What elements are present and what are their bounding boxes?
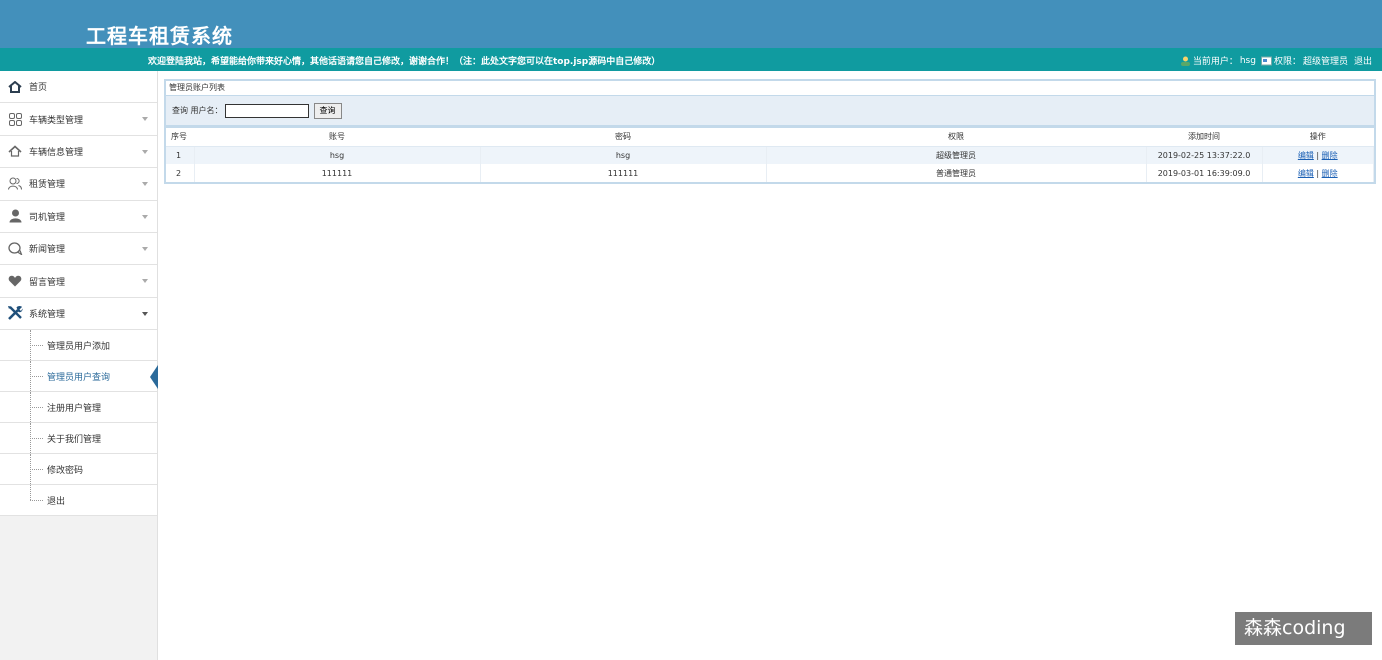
chevron-down-icon [142,311,148,316]
tools-icon [7,305,23,321]
admin-list-panel: 管理员账户列表 查询 用户名： 查询 序号 账号 密码 权限 添加时间 操作 1 [164,79,1376,184]
column-header: 账号 [194,128,480,147]
row-actions: 编辑 | 删除 [1262,146,1374,164]
welcome-bar: 欢迎登陆我站，希望能给你带来好心情，其他话语请您自己修改，谢谢合作！（注：此处文… [0,48,1382,71]
row-password: 111111 [480,164,767,182]
row-password: hsg [480,146,767,164]
user-icon [7,208,23,224]
chevron-down-icon [142,149,148,154]
column-header: 序号 [166,128,194,147]
row-role: 普通管理员 [766,164,1147,182]
users-icon [7,176,23,192]
chevron-down-icon [142,246,148,251]
panel-title: 管理员账户列表 [166,81,1374,96]
sidebar-item-vehicle-type[interactable]: 车辆类型管理 [0,103,157,136]
user-icon [1180,56,1191,66]
row-time: 2019-02-25 13:37:22.0 [1146,146,1263,164]
sidebar-item-rental[interactable]: 租赁管理 [0,168,157,201]
welcome-text: 欢迎登陆我站，希望能给你带来好心情，其他话语请您自己修改，谢谢合作！（注：此处文… [148,57,661,67]
row-account: hsg [194,146,481,164]
action-separator: | [1316,168,1320,178]
chevron-down-icon [142,279,148,284]
row-time: 2019-03-01 16:39:09.0 [1146,164,1263,182]
watermark: 森森coding [1235,612,1372,645]
row-index: 1 [166,146,195,164]
search-bar: 查询 用户名： 查询 [166,96,1374,128]
column-header: 权限 [766,128,1146,147]
logout-link[interactable]: 退出 [1354,54,1372,67]
user-info: 当前用户： hsg 权限： 超级管理员 退出 [1180,54,1372,67]
search-label: 查询 用户名： [172,106,223,115]
app-title: 工程车租赁系统 [86,24,233,48]
row-index: 2 [166,164,195,182]
role-label: 权限： [1273,57,1301,67]
sidebar: 首页 车辆类型管理 车辆信息管理 租赁管理 司机管理 新闻管理 留言管理 系统管… [0,71,158,660]
grid-icon [7,111,23,127]
table-header-row: 序号 账号 密码 权限 添加时间 操作 [166,128,1374,147]
chat-icon [7,241,23,257]
sidebar-item-message[interactable]: 留言管理 [0,265,157,298]
sidebar-item-news[interactable]: 新闻管理 [0,232,157,266]
submenu-change-password[interactable]: 修改密码 [0,454,157,486]
chevron-down-icon [142,214,148,219]
delete-link[interactable]: 删除 [1322,151,1338,160]
admin-table: 序号 账号 密码 权限 添加时间 操作 1 hsg hsg 超级管理员 2019… [166,128,1374,182]
column-header: 添加时间 [1146,128,1262,147]
column-header: 密码 [480,128,766,147]
sidebar-item-driver[interactable]: 司机管理 [0,200,157,233]
top-header: 工程车租赁系统 [0,0,1382,48]
submenu-logout[interactable]: 退出 [0,485,157,517]
role-value: 超级管理员 [1302,57,1348,67]
table-row: 2 111111 111111 普通管理员 2019-03-01 16:39:0… [166,164,1374,182]
system-submenu: 管理员用户添加 管理员用户查询 注册用户管理 关于我们管理 修改密码 退出 [0,330,158,517]
edit-link[interactable]: 编辑 [1298,169,1314,178]
action-separator: | [1316,150,1320,160]
table-row: 1 hsg hsg 超级管理员 2019-02-25 13:37:22.0 编辑… [166,146,1374,164]
home-icon [7,79,23,95]
active-pointer-icon [150,365,158,390]
row-role: 超级管理员 [766,146,1147,164]
heart-icon [7,273,23,289]
role-icon [1260,56,1272,66]
row-actions: 编辑 | 删除 [1262,164,1374,182]
sidebar-item-home[interactable]: 首页 [0,71,157,104]
delete-link[interactable]: 删除 [1322,169,1338,178]
sidebar-item-vehicle-info[interactable]: 车辆信息管理 [0,135,157,169]
submenu-admin-query[interactable]: 管理员用户查询 [0,361,158,393]
current-user-label: 当前用户： [1192,57,1238,67]
search-button[interactable]: 查询 [313,102,342,119]
sidebar-item-system[interactable]: 系统管理 [0,297,157,331]
main-content: 管理员账户列表 查询 用户名： 查询 序号 账号 密码 权限 添加时间 操作 1 [164,79,1376,184]
submenu-about-us[interactable]: 关于我们管理 [0,423,157,455]
edit-link[interactable]: 编辑 [1298,151,1314,160]
username-search-input[interactable] [224,103,309,118]
chevron-down-icon [142,182,148,187]
row-account: 111111 [194,164,481,182]
current-user-name: hsg [1239,55,1256,66]
home-icon [7,143,23,159]
chevron-down-icon [142,117,148,122]
column-header: 操作 [1262,128,1374,147]
submenu-admin-add[interactable]: 管理员用户添加 [0,330,157,362]
submenu-registered-users[interactable]: 注册用户管理 [0,392,157,424]
